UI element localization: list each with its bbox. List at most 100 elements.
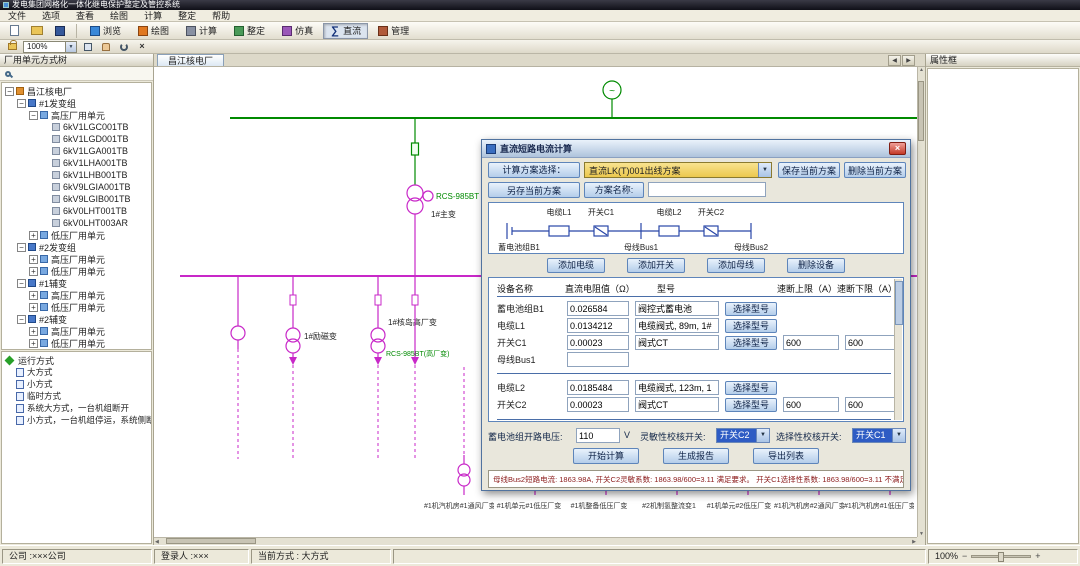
upper-limit-input[interactable] xyxy=(783,397,839,412)
toolbar-button[interactable]: 浏览 xyxy=(83,23,128,39)
lock-button[interactable] xyxy=(5,41,19,53)
delete-scheme-button[interactable]: 删除当前方案 xyxy=(844,162,906,178)
tree-item[interactable]: #2发变组 xyxy=(2,241,151,253)
tree-toggle-icon[interactable] xyxy=(29,267,38,276)
run-mode-item[interactable]: 大方式 xyxy=(2,366,151,378)
run-modes-header[interactable]: 运行方式 xyxy=(2,354,151,366)
toolbar-button[interactable]: 直流 xyxy=(323,23,368,39)
cable-l2-symbol[interactable] xyxy=(659,226,679,236)
canvas-horizontal-scrollbar[interactable]: ◀ ▶ xyxy=(154,537,917,545)
tree-toggle-icon[interactable] xyxy=(41,195,50,204)
battery-symbol[interactable] xyxy=(507,223,512,239)
canvas-vertical-scrollbar[interactable]: ▲ ▼ xyxy=(917,67,925,537)
chevron-down-icon[interactable]: ▼ xyxy=(758,163,771,177)
vscroll-thumb[interactable] xyxy=(918,81,924,141)
model-input[interactable] xyxy=(635,397,719,412)
tree-item[interactable]: 高压厂用单元 xyxy=(2,325,151,337)
excitation-transformer-branch[interactable]: 1#励磁变 xyxy=(286,276,337,459)
tree-item[interactable]: #1辅变 xyxy=(2,277,151,289)
add-device-button[interactable]: 添加开关 xyxy=(627,258,685,273)
tree-toggle-icon[interactable] xyxy=(17,315,26,324)
new-file-button[interactable] xyxy=(4,23,24,39)
chevron-down-icon[interactable]: ▼ xyxy=(756,429,769,442)
tree-toggle-icon[interactable] xyxy=(17,243,26,252)
tree-item[interactable]: 低压厂用单元 xyxy=(2,229,151,241)
scroll-right-icon[interactable]: ▶ xyxy=(912,539,916,545)
menu-item[interactable]: 文件 xyxy=(0,10,34,22)
resistance-input[interactable] xyxy=(567,301,629,316)
tree-toggle-icon[interactable] xyxy=(41,183,50,192)
tree-item[interactable]: 低压厂用单元 xyxy=(2,301,151,313)
add-device-button[interactable]: 删除设备 xyxy=(787,258,845,273)
tab-scroll-right-icon[interactable]: ▶ xyxy=(902,55,915,66)
tree-toggle-icon[interactable] xyxy=(41,171,50,180)
select-model-button[interactable]: 选择型号 xyxy=(725,336,777,350)
menu-item[interactable]: 查看 xyxy=(68,10,102,22)
toolbar-button[interactable]: 整定 xyxy=(227,23,272,39)
outgoing-branch[interactable] xyxy=(411,276,419,459)
run-mode-item[interactable]: 小方式 xyxy=(2,378,151,390)
model-input[interactable] xyxy=(635,318,719,333)
dialog-action-button[interactable]: 开始计算 xyxy=(573,448,639,464)
save-scheme-button[interactable]: 保存当前方案 xyxy=(778,162,840,178)
menu-item[interactable]: 整定 xyxy=(170,10,204,22)
lower-limit-input[interactable] xyxy=(845,397,895,412)
zoom-slider[interactable] xyxy=(971,555,1031,558)
resistance-input[interactable] xyxy=(567,380,629,395)
zoom-select[interactable]: 100% ▼ xyxy=(23,41,77,53)
tree-item[interactable]: 低压厂用单元 xyxy=(2,265,151,277)
select-model-button[interactable]: 选择型号 xyxy=(725,319,777,333)
scheme-combo[interactable]: 直流LK(T)001出线方案 ▼ xyxy=(584,162,772,178)
chevron-down-icon[interactable]: ▼ xyxy=(892,429,905,442)
tree-toggle-icon[interactable] xyxy=(29,291,38,300)
select-model-button[interactable]: 选择型号 xyxy=(725,381,777,395)
tree-toggle-icon[interactable] xyxy=(17,99,26,108)
tree-item[interactable]: 6kV1LGC001TB xyxy=(2,121,151,133)
tree-toggle-icon[interactable] xyxy=(17,279,26,288)
tree-item[interactable]: 高压厂用单元 xyxy=(2,109,151,121)
island-aux-transformer-branch[interactable]: 1#核岛高厂变 RCS-985BT(高厂变) xyxy=(371,276,449,459)
tree-item[interactable]: 高压厂用单元 xyxy=(2,289,151,301)
resistance-input[interactable] xyxy=(567,352,629,367)
pan-button[interactable] xyxy=(99,41,113,53)
toolbar-button[interactable]: 绘图 xyxy=(131,23,176,39)
chevron-down-icon[interactable]: ▼ xyxy=(65,42,76,52)
dialog-close-button[interactable]: × xyxy=(889,142,906,155)
tree-toggle-icon[interactable] xyxy=(29,303,38,312)
toolbar-button[interactable]: 计算 xyxy=(179,23,224,39)
tree-item[interactable]: 6kV0LHT001TB xyxy=(2,205,151,217)
tab-changjiang-plant[interactable]: 昌江核电厂 xyxy=(157,54,224,66)
menu-item[interactable]: 选项 xyxy=(34,10,68,22)
dialog-action-button[interactable]: 导出列表 xyxy=(753,448,819,464)
tree-toggle-icon[interactable] xyxy=(41,135,50,144)
resistance-input[interactable] xyxy=(567,335,629,350)
fit-view-button[interactable] xyxy=(81,41,95,53)
tree-item[interactable]: 6kV1LGA001TB xyxy=(2,145,151,157)
model-input[interactable] xyxy=(635,335,719,350)
cable-l1-symbol[interactable] xyxy=(549,226,569,236)
main-transformer-branch[interactable]: RCS-985BT 1#主变 xyxy=(407,118,479,276)
battery-voltage-input[interactable] xyxy=(576,428,620,443)
tree-item[interactable]: 高压厂用单元 xyxy=(2,253,151,265)
upper-limit-input[interactable] xyxy=(783,335,839,350)
scroll-up-icon[interactable]: ▲ xyxy=(919,67,924,73)
refresh-button[interactable] xyxy=(117,41,131,53)
tree-toggle-icon[interactable] xyxy=(29,255,38,264)
tree-item[interactable]: 6kV9LGIB001TB xyxy=(2,193,151,205)
save-as-scheme-button[interactable]: 另存当前方案 xyxy=(488,182,580,198)
zoom-out-icon[interactable]: − xyxy=(962,550,967,563)
toolbar-button[interactable]: 仿真 xyxy=(275,23,320,39)
selectivity-switch-select[interactable]: 开关C1 ▼ xyxy=(852,428,906,443)
tree-item[interactable]: 6kV1LHA001TB xyxy=(2,157,151,169)
table-scrollbar[interactable] xyxy=(894,279,902,420)
save-button[interactable] xyxy=(50,23,70,39)
run-mode-item[interactable]: 系统大方式，一台机组断开 xyxy=(2,402,151,414)
resistance-input[interactable] xyxy=(567,397,629,412)
tree-item[interactable]: #2辅变 xyxy=(2,313,151,325)
zoom-in-icon[interactable]: + xyxy=(1035,550,1040,563)
tree-toggle-icon[interactable] xyxy=(41,159,50,168)
generator-symbol[interactable]: ~ xyxy=(603,81,621,118)
tree-item[interactable]: 6kV0LHT003AR xyxy=(2,217,151,229)
menu-item[interactable]: 帮助 xyxy=(204,10,238,22)
tree-toggle-icon[interactable] xyxy=(29,327,38,336)
